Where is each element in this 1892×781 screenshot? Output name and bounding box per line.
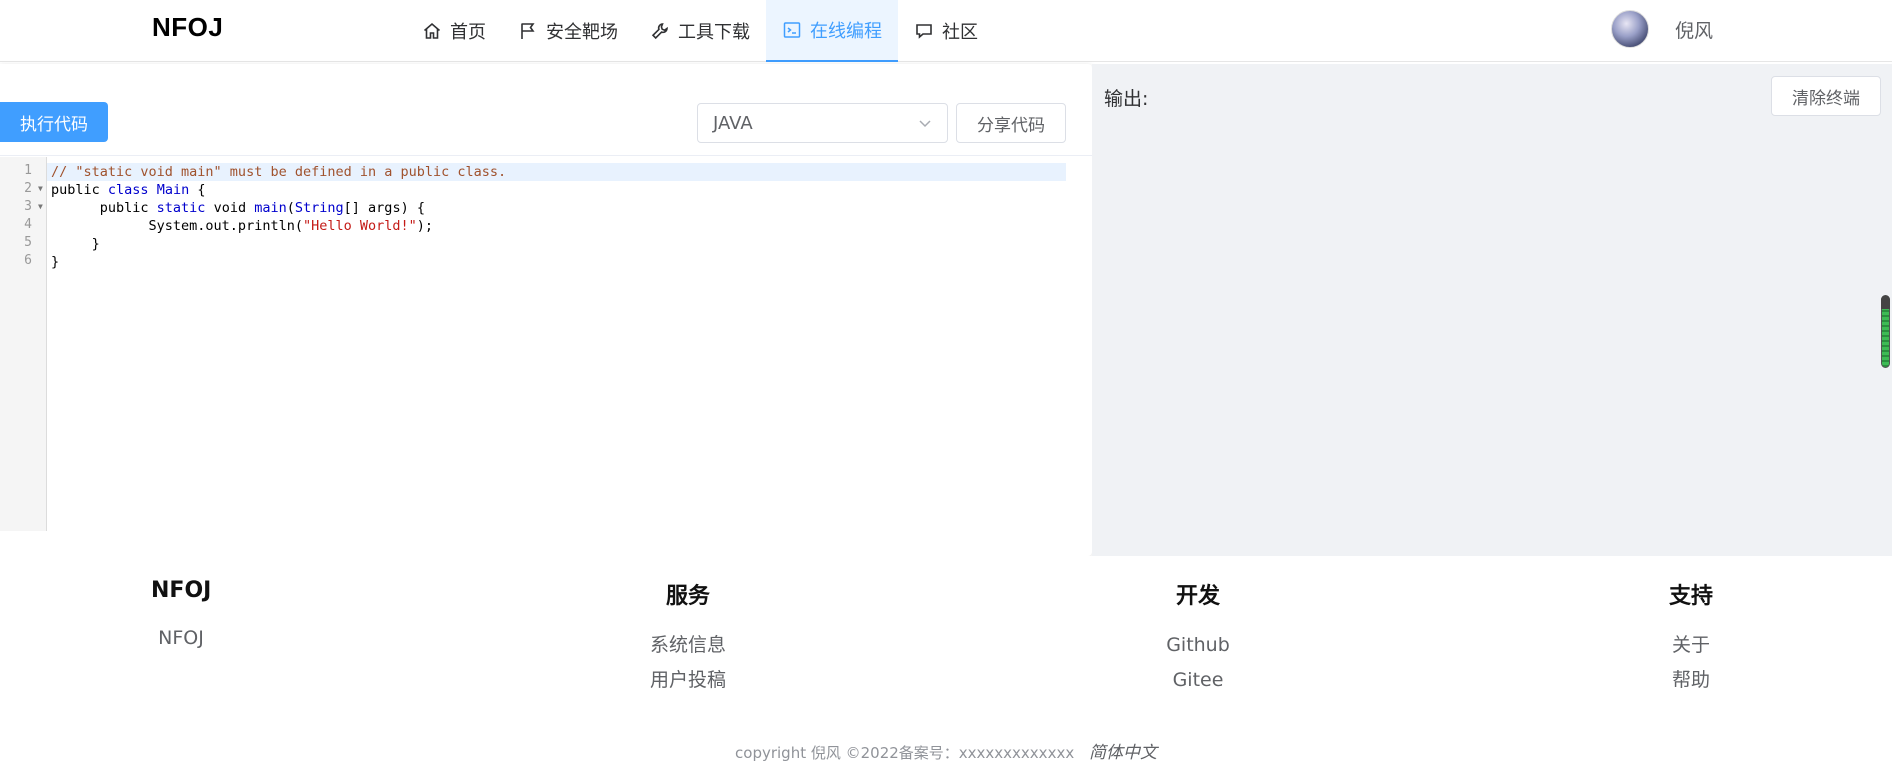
footer-link[interactable]: 关于 <box>1641 628 1741 663</box>
chevron-down-icon <box>919 120 931 128</box>
footer: NFOJ NFOJ 服务 系统信息 用户投稿 开发 Github Gitee 支… <box>0 556 1892 781</box>
footer-link[interactable]: Github <box>1148 628 1248 663</box>
line-number: 4 <box>24 217 32 232</box>
terminal-icon <box>782 20 804 40</box>
user-menu[interactable]: 倪风 <box>1611 10 1713 48</box>
footer-column-develop: 开发 Github Gitee <box>1148 578 1248 698</box>
code-line: public static void main(String[] args) { <box>51 200 425 216</box>
nav-label: 在线编程 <box>810 21 882 42</box>
code-line: } <box>51 236 100 252</box>
nav-item-range[interactable]: 安全靶场 <box>502 0 634 62</box>
language-select[interactable]: JAVA <box>697 103 948 143</box>
line-number: 3 <box>24 199 32 214</box>
chat-icon <box>914 21 936 41</box>
nav-label: 首页 <box>450 22 486 43</box>
footer-column-services: 服务 系统信息 用户投稿 <box>638 578 738 698</box>
footer-link[interactable]: NFOJ <box>151 621 211 656</box>
flag-icon <box>518 21 540 41</box>
divider <box>0 155 1092 156</box>
footer-column-title: NFOJ <box>151 578 212 603</box>
home-icon <box>422 21 444 41</box>
copyright-text: copyright 倪风 ©2022备案号：xxxxxxxxxxxxx <box>735 744 1075 762</box>
line-number: 5 <box>24 235 32 250</box>
nav-label: 安全靶场 <box>546 22 618 43</box>
footer-column-support: 支持 关于 帮助 <box>1641 578 1741 698</box>
footer-column-title: 服务 <box>665 584 710 609</box>
nav-item-home[interactable]: 首页 <box>406 0 502 62</box>
share-code-button[interactable]: 分享代码 <box>956 103 1066 143</box>
clear-terminal-button[interactable]: 清除终端 <box>1771 76 1881 116</box>
footer-column-nfoj: NFOJ NFOJ <box>151 578 211 656</box>
footer-link[interactable]: 系统信息 <box>638 628 738 663</box>
line-number: 1 <box>24 163 32 178</box>
code-line: public class Main { <box>51 182 206 198</box>
footer-link[interactable]: Gitee <box>1148 663 1248 698</box>
language-value: JAVA <box>713 112 753 134</box>
avatar[interactable] <box>1611 10 1649 48</box>
editor-panel: 执行代码 JAVA 分享代码 1 2 ▼ 3 ▼ 4 5 6 // "stati… <box>0 64 1092 556</box>
language-switch[interactable]: 简体中文 <box>1089 743 1157 763</box>
nav-label: 工具下载 <box>678 22 750 43</box>
footer-column-title: 支持 <box>1668 584 1713 609</box>
fold-arrow-icon[interactable]: ▼ <box>38 184 43 193</box>
copyright: copyright 倪风 ©2022备案号：xxxxxxxxxxxxx 简体中文 <box>0 738 1892 763</box>
footer-link[interactable]: 用户投稿 <box>638 663 738 698</box>
output-label: 输出: <box>1104 88 1149 110</box>
scroll-handle[interactable] <box>1881 295 1890 368</box>
nav-item-online-coding[interactable]: 在线编程 <box>766 0 898 62</box>
username[interactable]: 倪风 <box>1675 16 1713 43</box>
run-code-button[interactable]: 执行代码 <box>0 102 108 142</box>
wrench-icon <box>650 21 672 41</box>
code-editor[interactable]: 1 2 ▼ 3 ▼ 4 5 6 // "static void main" mu… <box>0 157 1070 531</box>
footer-link[interactable]: 帮助 <box>1641 663 1741 698</box>
code-line: } <box>51 254 60 270</box>
line-number: 2 <box>24 181 32 196</box>
line-number-gutter: 1 2 ▼ 3 ▼ 4 5 6 <box>0 157 47 531</box>
nav-item-tools[interactable]: 工具下载 <box>634 0 766 62</box>
line-number: 6 <box>24 253 32 268</box>
output-panel: 输出: 清除终端 <box>1092 64 1892 556</box>
footer-column-title: 开发 <box>1175 584 1220 609</box>
nav-item-community[interactable]: 社区 <box>898 0 994 62</box>
nav-label: 社区 <box>942 22 978 43</box>
code-line: // "static void main" must be defined in… <box>51 164 507 180</box>
top-navbar: NFOJ 首页 安全靶场 工具下载 在线编程 社区 倪风 <box>0 0 1892 62</box>
site-logo[interactable]: NFOJ <box>152 12 223 43</box>
main-nav: 首页 安全靶场 工具下载 在线编程 社区 <box>406 0 994 62</box>
code-line: System.out.println("Hello World!"); <box>51 218 434 234</box>
fold-arrow-icon[interactable]: ▼ <box>38 202 43 211</box>
